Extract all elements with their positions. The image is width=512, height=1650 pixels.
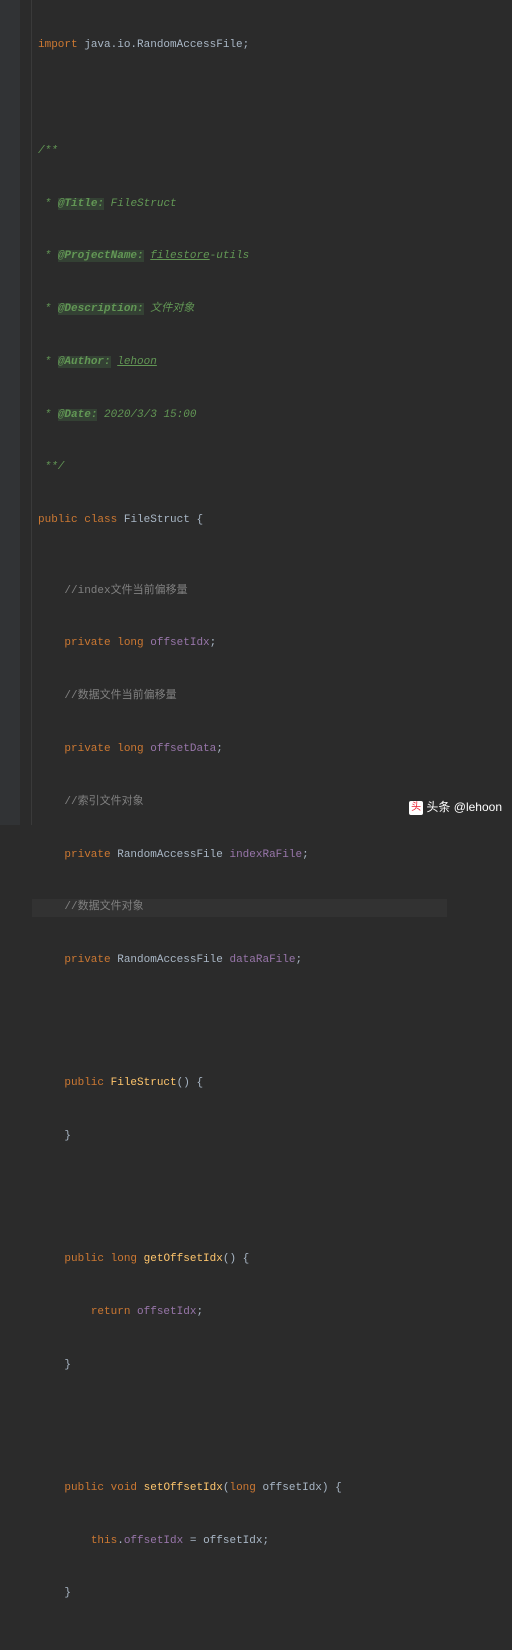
method-body: this.offsetIdx = offsetIdx; [38,1533,447,1551]
field-decl: private long offsetData; [38,741,447,759]
field-decl: private long offsetIdx; [38,635,447,653]
blank-line [38,1181,447,1199]
field-comment: //数据文件对象 [32,899,447,917]
blank-line [38,90,447,108]
ctor-close: } [38,1128,447,1146]
field-comment: //索引文件对象 [38,794,447,812]
watermark: 头 头条 @lehoon [409,798,502,817]
watermark-author: @lehoon [454,800,502,814]
field-comment: //数据文件当前偏移量 [38,688,447,706]
doc-date: * @Date: 2020/3/3 15:00 [38,407,447,425]
code-line: import java.io.RandomAccessFile; [38,37,447,55]
watermark-label: 头条 [426,800,450,814]
blank-line [38,1410,447,1428]
method-close: } [38,1357,447,1375]
field-decl: private RandomAccessFile indexRaFile; [38,847,447,865]
doc-close: **/ [38,459,447,477]
doc-project: * @ProjectName: filestore-utils [38,248,447,266]
gutter [0,0,20,825]
class-decl: public class FileStruct { [38,512,447,530]
code-area[interactable]: import java.io.RandomAccessFile; /** * @… [32,0,447,825]
ctor-decl: public FileStruct() { [38,1075,447,1093]
doc-author: * @Author: lehoon [38,354,447,372]
method-decl: public void setOffsetIdx(long offsetIdx)… [38,1480,447,1498]
fold-column [20,0,32,825]
doc-desc: * @Description: 文件对象 [38,301,447,319]
method-decl: public long getOffsetIdx() { [38,1251,447,1269]
doc-title: * @Title: FileStruct [38,196,447,214]
blank-line [38,1005,447,1023]
field-decl: private RandomAccessFile dataRaFile; [38,952,447,970]
blank-line [38,1638,447,1650]
code-editor[interactable]: import java.io.RandomAccessFile; /** * @… [0,0,512,825]
field-comment: //index文件当前偏移量 [38,583,447,601]
toutiao-icon: 头 [409,801,423,815]
method-close: } [38,1585,447,1603]
method-body: return offsetIdx; [38,1304,447,1322]
doc-open: /** [38,143,447,161]
